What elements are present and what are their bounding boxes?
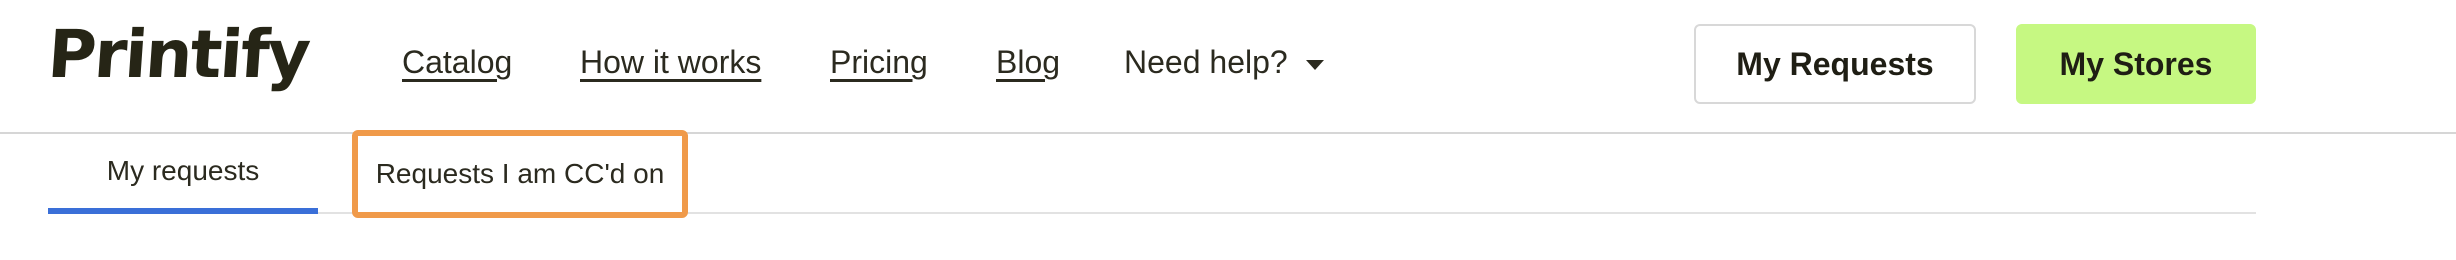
tab-my-requests[interactable]: My requests xyxy=(48,134,318,214)
my-requests-button[interactable]: My Requests xyxy=(1694,24,1976,104)
printify-logo[interactable]: Printify xyxy=(45,16,311,93)
my-stores-button[interactable]: My Stores xyxy=(2016,24,2256,104)
nav-blog-link[interactable]: Blog xyxy=(996,44,1060,81)
caret-down-icon xyxy=(1305,59,1324,70)
need-help-label: Need help? xyxy=(1124,44,1288,80)
nav-need-help-dropdown[interactable]: Need help? xyxy=(1124,44,1324,81)
nav-catalog-link[interactable]: Catalog xyxy=(402,44,512,81)
request-tabs: My requests Requests I am CC'd on xyxy=(48,130,2256,218)
nav-pricing-link[interactable]: Pricing xyxy=(830,44,928,81)
nav-how-it-works-link[interactable]: How it works xyxy=(580,44,761,81)
top-navigation-bar: Printify Catalog How it works Pricing Bl… xyxy=(0,0,2456,134)
tab-requests-cc[interactable]: Requests I am CC'd on xyxy=(352,130,688,218)
